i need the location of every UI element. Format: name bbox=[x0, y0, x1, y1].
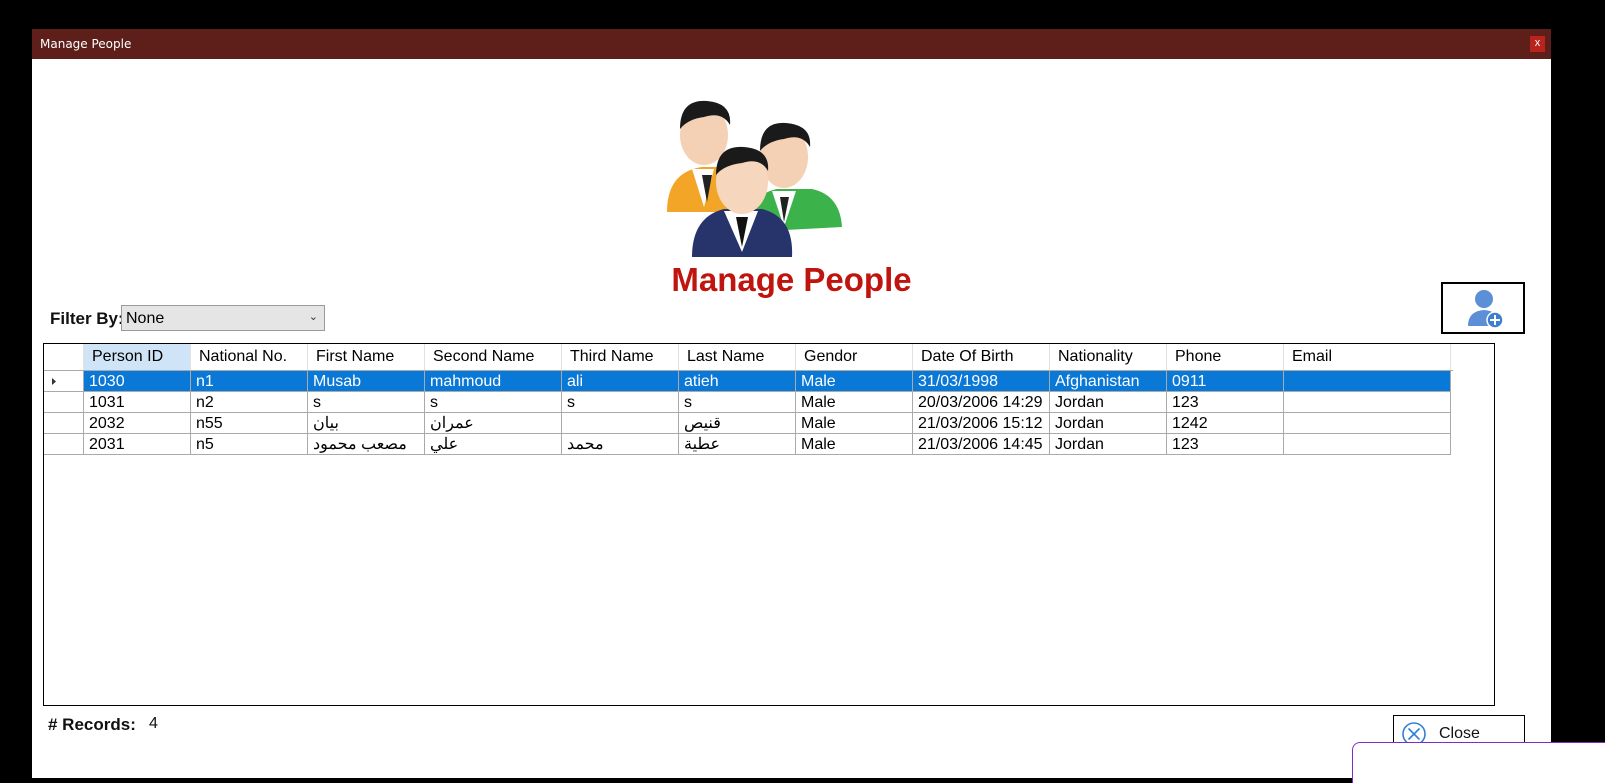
cell-last-name[interactable]: atieh bbox=[679, 371, 796, 391]
cell-person-id[interactable]: 1030 bbox=[84, 371, 191, 391]
cell-second-name[interactable]: s bbox=[425, 392, 562, 412]
column-header-national-no[interactable]: National No. bbox=[191, 344, 308, 370]
cell-second-name[interactable]: علي bbox=[425, 434, 562, 454]
cell-second-name[interactable]: عمران bbox=[425, 413, 562, 433]
cell-last-name[interactable]: قنيص bbox=[679, 413, 796, 433]
column-header-nationality[interactable]: Nationality bbox=[1050, 344, 1167, 370]
filter-label: Filter By: bbox=[50, 309, 124, 328]
cell-first-name[interactable]: s bbox=[308, 392, 425, 412]
cell-gender[interactable]: Male bbox=[796, 371, 913, 391]
row-header-corner bbox=[44, 344, 84, 370]
cell-date-of-birth[interactable]: 20/03/2006 14:29 bbox=[913, 392, 1050, 412]
window-close-icon[interactable]: x bbox=[1530, 36, 1545, 52]
cell-second-name[interactable]: mahmoud bbox=[425, 371, 562, 391]
cell-email[interactable] bbox=[1284, 413, 1451, 433]
cell-national-no[interactable]: n2 bbox=[191, 392, 308, 412]
cell-nationality[interactable]: Jordan bbox=[1050, 413, 1167, 433]
page-heading: Manage People bbox=[671, 261, 912, 298]
cell-national-no[interactable]: n5 bbox=[191, 434, 308, 454]
cell-gender[interactable]: Male bbox=[796, 392, 913, 412]
column-header-date-of-birth[interactable]: Date Of Birth bbox=[913, 344, 1050, 370]
cell-email[interactable] bbox=[1284, 392, 1451, 412]
people-group-icon bbox=[667, 100, 842, 257]
add-person-button[interactable] bbox=[1441, 282, 1525, 334]
cell-gender[interactable]: Male bbox=[796, 434, 913, 454]
cell-last-name[interactable]: s bbox=[679, 392, 796, 412]
overlay-popup-edge bbox=[1352, 742, 1605, 783]
cell-phone[interactable]: 123 bbox=[1167, 434, 1284, 454]
column-header-third-name[interactable]: Third Name bbox=[562, 344, 679, 370]
column-header-first-name[interactable]: First Name bbox=[308, 344, 425, 370]
cell-first-name[interactable]: Musab bbox=[308, 371, 425, 391]
records-count: 4 bbox=[149, 715, 158, 732]
table-row[interactable]: 1030 n1 Musab mahmoud ali atieh Male 31/… bbox=[44, 371, 1451, 392]
cell-nationality[interactable]: Jordan bbox=[1050, 434, 1167, 454]
cell-national-no[interactable]: n1 bbox=[191, 371, 308, 391]
cell-third-name[interactable] bbox=[562, 413, 679, 433]
table-row[interactable]: 2031 n5 مصعب محمود علي محمد عطية Male 21… bbox=[44, 434, 1451, 455]
table-row[interactable]: 1031 n2 s s s s Male 20/03/2006 14:29 Jo… bbox=[44, 392, 1451, 413]
cell-third-name[interactable]: محمد bbox=[562, 434, 679, 454]
cell-third-name[interactable]: s bbox=[562, 392, 679, 412]
cell-email[interactable] bbox=[1284, 371, 1451, 391]
window-title: Manage People bbox=[40, 37, 132, 51]
cell-first-name[interactable]: بيان bbox=[308, 413, 425, 433]
cell-person-id[interactable]: 2032 bbox=[84, 413, 191, 433]
cell-date-of-birth[interactable]: 21/03/2006 14:45 bbox=[913, 434, 1050, 454]
cell-phone[interactable]: 0911 bbox=[1167, 371, 1284, 391]
row-pointer-icon bbox=[52, 378, 56, 385]
cell-gender[interactable]: Male bbox=[796, 413, 913, 433]
row-header[interactable] bbox=[44, 434, 84, 454]
filter-value: None bbox=[126, 310, 165, 327]
grid-header-row: Person ID National No. First Name Second… bbox=[44, 344, 1453, 371]
cell-person-id[interactable]: 1031 bbox=[84, 392, 191, 412]
cell-first-name[interactable]: مصعب محمود bbox=[308, 434, 425, 454]
chevron-down-icon: ⌄ bbox=[308, 311, 318, 323]
column-header-person-id[interactable]: Person ID bbox=[84, 344, 191, 370]
cell-person-id[interactable]: 2031 bbox=[84, 434, 191, 454]
add-person-icon bbox=[1468, 290, 1504, 329]
column-header-gender[interactable]: Gendor bbox=[796, 344, 913, 370]
column-header-second-name[interactable]: Second Name bbox=[425, 344, 562, 370]
column-header-email[interactable]: Email bbox=[1284, 344, 1451, 370]
manage-people-window: Manage People x Manage People Filter By:… bbox=[32, 29, 1551, 778]
row-header[interactable] bbox=[44, 392, 84, 412]
cell-last-name[interactable]: عطية bbox=[679, 434, 796, 454]
records-label: # Records: bbox=[48, 715, 136, 734]
column-header-phone[interactable]: Phone bbox=[1167, 344, 1284, 370]
cell-date-of-birth[interactable]: 21/03/2006 15:12 bbox=[913, 413, 1050, 433]
cell-third-name[interactable]: ali bbox=[562, 371, 679, 391]
cell-nationality[interactable]: Jordan bbox=[1050, 392, 1167, 412]
table-row[interactable]: 2032 n55 بيان عمران قنيص Male 21/03/2006… bbox=[44, 413, 1451, 434]
cell-nationality[interactable]: Afghanistan bbox=[1050, 371, 1167, 391]
cell-phone[interactable]: 123 bbox=[1167, 392, 1284, 412]
people-grid[interactable]: Person ID National No. First Name Second… bbox=[43, 343, 1495, 706]
cell-phone[interactable]: 1242 bbox=[1167, 413, 1284, 433]
close-button-label: Close bbox=[1439, 725, 1480, 742]
filter-by-select[interactable]: None ⌄ bbox=[121, 305, 325, 331]
cell-email[interactable] bbox=[1284, 434, 1451, 454]
row-header[interactable] bbox=[44, 371, 84, 391]
title-bar[interactable]: Manage People x bbox=[32, 29, 1551, 59]
column-header-last-name[interactable]: Last Name bbox=[679, 344, 796, 370]
row-header[interactable] bbox=[44, 413, 84, 433]
cell-national-no[interactable]: n55 bbox=[191, 413, 308, 433]
cell-date-of-birth[interactable]: 31/03/1998 bbox=[913, 371, 1050, 391]
